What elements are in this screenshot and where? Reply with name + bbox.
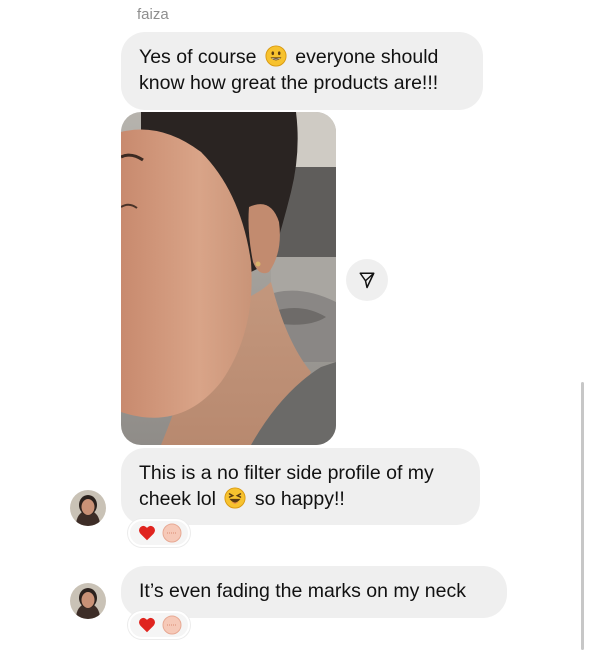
- message-2-text-c: so happy!!: [254, 488, 345, 510]
- message-2-reactions[interactable]: [128, 519, 190, 547]
- message-1-text-a: Yes of course: [139, 46, 257, 68]
- avatar[interactable]: [70, 490, 106, 526]
- reaction-face-icon: [162, 615, 182, 635]
- avatar-image: [70, 583, 106, 619]
- message-1-text-c: know how great the products are!!!: [139, 72, 439, 94]
- red-heart-icon: [139, 525, 155, 541]
- reaction-face-icon: [162, 523, 182, 543]
- message-bubble-1[interactable]: Yes of course everyone should know how g…: [121, 32, 483, 110]
- send-icon: [359, 272, 375, 289]
- smiling-emoji-icon: [265, 45, 287, 67]
- message-2-text-b: cheek lol: [139, 488, 216, 510]
- message-3-text: It’s even fading the marks on my neck: [139, 580, 466, 602]
- share-button[interactable]: [346, 259, 388, 301]
- chat-thread: faiza Yes of course everyone should know…: [0, 0, 600, 650]
- scrollbar[interactable]: [581, 382, 584, 650]
- avatar[interactable]: [70, 583, 106, 619]
- red-heart-icon: [139, 617, 155, 633]
- avatar-image: [70, 490, 106, 526]
- sender-name: faiza: [137, 6, 169, 23]
- laughing-emoji-icon: [224, 487, 246, 509]
- message-bubble-2[interactable]: This is a no filter side profile of my c…: [121, 448, 480, 525]
- message-2-text-a: This is a no filter side profile of my: [139, 462, 434, 484]
- message-3-reactions[interactable]: [128, 611, 190, 639]
- message-1-text-b: everyone should: [295, 46, 439, 68]
- photo-message[interactable]: [121, 112, 336, 445]
- message-bubble-3[interactable]: It’s even fading the marks on my neck: [121, 566, 507, 618]
- selfie-photo: [121, 112, 336, 445]
